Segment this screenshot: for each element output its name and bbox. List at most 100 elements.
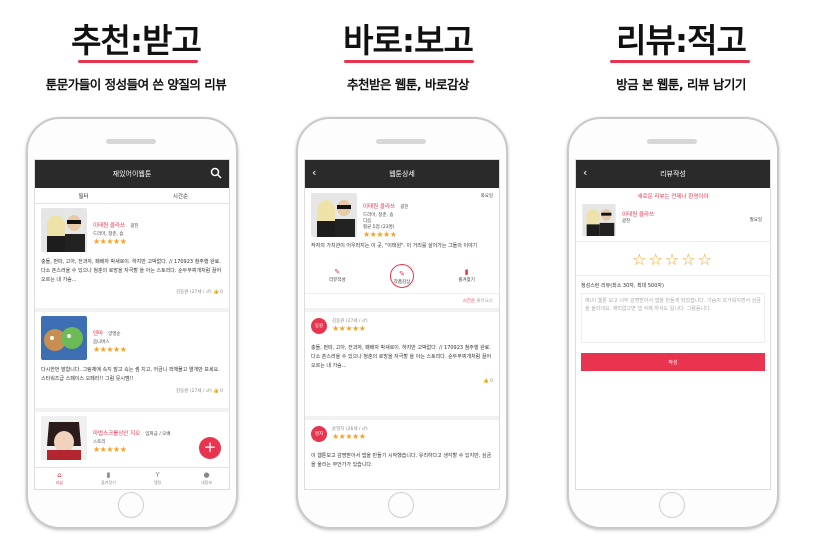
thumbs-up-icon[interactable]: 👍 bbox=[483, 379, 489, 384]
app-header: ‹ 웹툰상세 bbox=[305, 160, 499, 188]
favorite-button[interactable]: ▮ 즐겨찾기 bbox=[434, 264, 499, 293]
webtoon-title: 이태원 클라쓰 bbox=[363, 204, 396, 210]
webtoon-quote: 작자의 가치관이 어우러지는 이 곳, "이태원". 이 거리를 살아가는 그들… bbox=[311, 243, 478, 249]
nav-label: 즐겨찾기 bbox=[101, 480, 116, 485]
home-button[interactable] bbox=[388, 492, 414, 518]
speaker bbox=[106, 139, 156, 144]
webtoon-thumbnail bbox=[41, 416, 87, 460]
reviewer-info: 김동원 (27세 / ♂) bbox=[176, 290, 212, 295]
review-text: 이 웹툰보고 감명받아서 앱을 만들기 시작했습니다. 유리하다고 생각할 수 … bbox=[311, 453, 492, 468]
review-input-label: 정성스런 리뷰(최소 30자, 최대 500자) bbox=[581, 283, 664, 289]
webtoon-day: 화요일 bbox=[480, 194, 493, 199]
app-title: 웹툰상세 bbox=[389, 170, 415, 178]
home-button[interactable] bbox=[659, 492, 685, 518]
panel-recommend: 추천:받고 툰문가들이 정성들여 쓴 양질의 리뷰 재있어이웹툰 필터 시간순 bbox=[0, 0, 272, 546]
watch-webtoon-button[interactable]: ✎ 작품감상 bbox=[370, 264, 435, 293]
headline: 바로:보고 bbox=[343, 21, 474, 60]
headline: 리뷰:적고 bbox=[616, 21, 747, 60]
review-meta: 김동원 (27세 / ♂) 👍 0 bbox=[41, 285, 223, 295]
subheadline: 추천받은 웹툰, 바로감상 bbox=[347, 77, 469, 92]
home-icon: ⌂ bbox=[57, 471, 62, 479]
empty-star-icons[interactable]: ☆☆☆☆☆ bbox=[632, 250, 714, 269]
webtoon-title: 이태원 클라쓰 bbox=[93, 223, 126, 229]
webtoon-author: 광진 bbox=[130, 224, 139, 229]
subheadline: 툰문가들이 정성들여 쓴 양질의 리뷰 bbox=[45, 77, 227, 92]
filter-tabs: 필터 시간순 bbox=[35, 188, 229, 204]
phone-frame: ‹ 웹툰상세 이태원 클라쓰 광진 화요일 드라마, 청춘, 솜 다음 평균 5… bbox=[296, 117, 508, 529]
webtoon-title: 마법스크롤상인 지오 bbox=[93, 431, 141, 437]
like-count: 0 bbox=[220, 290, 223, 295]
back-arrow-icon[interactable]: ‹ bbox=[312, 167, 316, 179]
star-rating: ★★★★★ bbox=[332, 432, 366, 441]
review-card[interactable]: 이태원 클라쓰 광진 드라마, 청춘, 솜 ★★★★★ 충돌, 펀따, 고아, … bbox=[35, 204, 229, 312]
panel-write: 리뷰:적고 방금 본 웹툰, 리뷰 남기기 ‹ 리뷰작성 새로운 리뷰는 언제나… bbox=[545, 0, 817, 546]
reviewer-info: 김동원 (27세 / ♂) bbox=[176, 389, 212, 394]
thumbs-up-icon[interactable]: 👍 bbox=[213, 389, 219, 394]
webtoon-thumbnail bbox=[41, 316, 87, 360]
review-card[interactable]: 영지 윤영지 (26세 / ♂) ★★★★★ 이 웹툰보고 감명받아서 앱을 만… bbox=[305, 416, 499, 476]
app-header: 재있어이웹툰 bbox=[35, 160, 229, 188]
sort-time[interactable]: 시간순 bbox=[463, 299, 475, 304]
edit-icon: ✎ bbox=[399, 270, 405, 278]
nav-profile[interactable]: ● 내정보 bbox=[182, 468, 229, 489]
review-card[interactable]: 동원 김동원 (27세 / ♂) ★★★★★ 충돌, 펀따, 고아, 전과자, … bbox=[305, 308, 499, 416]
webtoon-thumbnail bbox=[41, 208, 87, 252]
add-review-fab[interactable]: + bbox=[199, 437, 221, 459]
search-icon[interactable] bbox=[210, 167, 222, 179]
review-card[interactable]: 덴마 양영순 음니버스 ★★★★★ 다시한번 말합니다. 그림체에 속지 말고 … bbox=[35, 312, 229, 412]
welcome-banner: 새로운 리뷰는 언제나 환영이야 bbox=[637, 194, 709, 200]
nav-ranking[interactable]: Y 랭킹 bbox=[133, 468, 182, 489]
webtoon-author: 광진 bbox=[400, 205, 409, 210]
action-label: 즐겨찾기 bbox=[458, 278, 475, 283]
user-icon: ● bbox=[203, 471, 210, 479]
thumbs-up-icon[interactable]: 👍 bbox=[213, 290, 219, 295]
nav-label: 내정보 bbox=[200, 480, 213, 485]
headline: 추천:받고 bbox=[71, 21, 202, 60]
action-row: ✎ 리뷰작성 ✎ 작품감상 ▮ 즐겨찾기 bbox=[305, 264, 499, 294]
submit-button[interactable]: 작성 bbox=[581, 353, 765, 371]
screen-write-review: ‹ 리뷰작성 새로운 리뷰는 언제나 환영이야 이태원 클라쓰 광진 월요일 ☆… bbox=[575, 159, 771, 490]
nav-label: 리뷰 bbox=[55, 480, 64, 485]
trophy-icon: Y bbox=[155, 471, 160, 479]
webtoon-title: 덴마 bbox=[93, 331, 104, 337]
like-count: 0 bbox=[490, 379, 493, 384]
app-header: ‹ 리뷰작성 bbox=[576, 160, 770, 188]
action-label: 작품감상 bbox=[393, 280, 411, 285]
action-label: 리뷰작성 bbox=[329, 278, 346, 283]
screen-webtoon-detail: ‹ 웹툰상세 이태원 클라쓰 광진 화요일 드라마, 청춘, 솜 다음 평균 5… bbox=[304, 159, 500, 490]
review-text: 다시한번 말합니다. 그림체에 속지 말고 속는 셈 치고, 어금니 꽉깨물고 … bbox=[41, 367, 220, 382]
avatar: 영지 bbox=[311, 426, 327, 442]
screen-review-list: 재있어이웹툰 필터 시간순 이태원 클라쓰 광진 드라마, 청춘, 솜 ★★★★… bbox=[34, 159, 230, 490]
sort-likes[interactable]: 좋아요순 bbox=[476, 299, 493, 304]
webtoon-day: 월요일 bbox=[749, 218, 762, 223]
avatar: 동원 bbox=[311, 318, 327, 334]
webtoon-author: 임파금 / 오배 bbox=[145, 432, 171, 437]
headline-underline bbox=[344, 60, 474, 63]
home-button[interactable] bbox=[118, 492, 144, 518]
app-title: 리뷰작성 bbox=[660, 170, 686, 178]
tab-filter[interactable]: 필터 bbox=[35, 188, 132, 203]
star-rating: ★★★★★ bbox=[363, 230, 397, 239]
nav-label: 랭킹 bbox=[153, 480, 162, 485]
subheadline: 방금 본 웹툰, 리뷰 남기기 bbox=[616, 77, 746, 92]
bottom-nav: ⌂ 리뷰 ▮ 즐겨찾기 Y 랭킹 ● 내정보 bbox=[35, 467, 229, 489]
speaker bbox=[376, 139, 426, 144]
review-meta: 김동원 (27세 / ♂) 👍 0 bbox=[41, 384, 223, 394]
sort-options: 시간순 좋아요순 bbox=[305, 294, 499, 308]
nav-review[interactable]: ⌂ 리뷰 bbox=[35, 468, 84, 489]
like-count: 0 bbox=[220, 389, 223, 394]
headline-underline bbox=[78, 60, 198, 63]
back-arrow-icon[interactable]: ‹ bbox=[583, 167, 587, 179]
review-text: 충돌, 펀따, 고아, 전과자, 패배자 박새로이. 하지만 고박없다. // … bbox=[41, 259, 222, 283]
webtoon-author: 양영순 bbox=[108, 332, 121, 337]
phone-frame: 재있어이웹툰 필터 시간순 이태원 클라쓰 광진 드라마, 청춘, 솜 ★★★★… bbox=[26, 117, 238, 529]
review-meta: 👍 0 bbox=[311, 371, 493, 384]
tab-time[interactable]: 시간순 bbox=[132, 188, 229, 203]
app-title: 재있어이웹툰 bbox=[112, 170, 152, 178]
pencil-icon: ✎ bbox=[334, 268, 341, 276]
rating-input[interactable]: ☆☆☆☆☆ bbox=[576, 242, 770, 276]
nav-favorites[interactable]: ▮ 즐겨찾기 bbox=[84, 468, 133, 489]
write-review-button[interactable]: ✎ 리뷰작성 bbox=[305, 264, 370, 293]
speaker bbox=[647, 139, 697, 144]
review-textarea[interactable]: 예)이 웹툰 보고 너무 감명받아서 앱을 만들게 되었습니다. 가슴이 뜨거워… bbox=[581, 293, 765, 343]
